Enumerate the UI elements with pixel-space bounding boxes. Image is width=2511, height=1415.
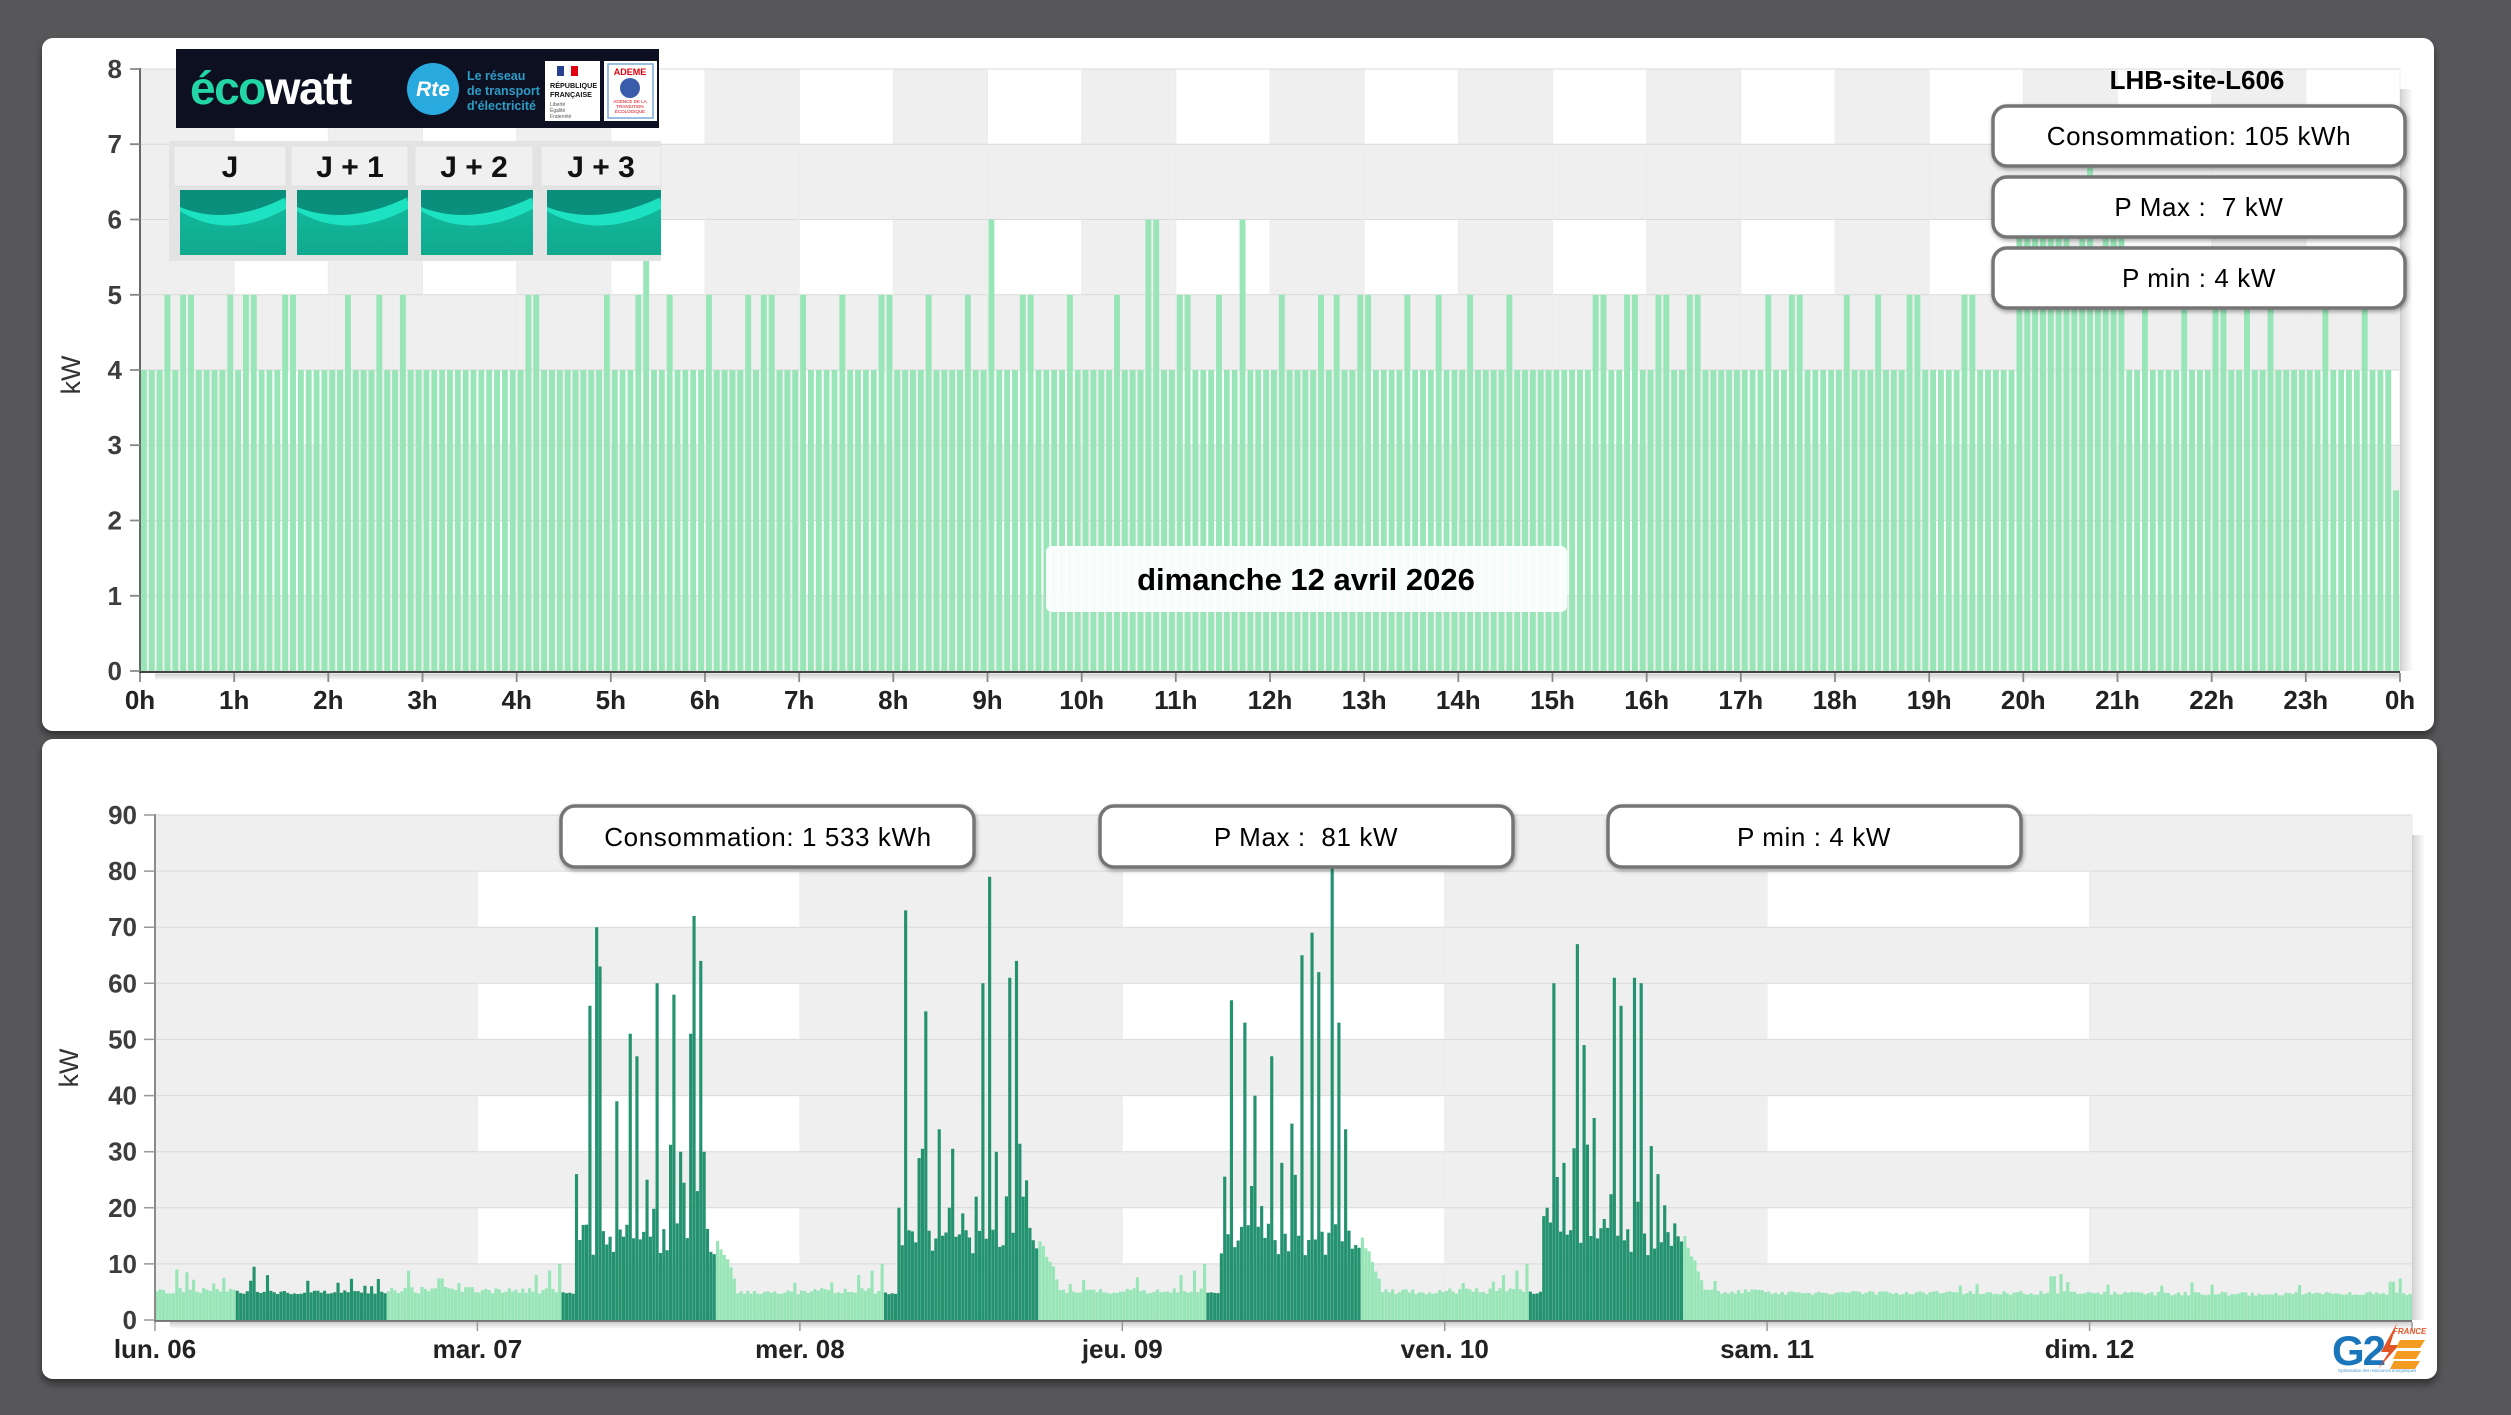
svg-text:P Max : 7 kW: P Max : 7 kW (2114, 192, 2283, 222)
svg-text:9h: 9h (972, 685, 1002, 715)
svg-text:Fraternité: Fraternité (550, 114, 572, 120)
svg-text:Rte: Rte (416, 78, 450, 101)
svg-text:jeu. 09: jeu. 09 (1081, 1334, 1163, 1364)
svg-text:LHB-site-L606: LHB-site-L606 (2110, 65, 2285, 95)
svg-text:3h: 3h (407, 685, 437, 715)
svg-text:10: 10 (108, 1249, 137, 1279)
svg-text:2h: 2h (313, 685, 343, 715)
svg-text:Consommation: 105 kWh: Consommation: 105 kWh (2047, 121, 2352, 151)
svg-text:lun. 06: lun. 06 (114, 1334, 196, 1364)
svg-text:18h: 18h (1813, 685, 1858, 715)
svg-text:Optimisation des ressources én: Optimisation des ressources énergétiques (2338, 1368, 2416, 1373)
svg-text:2: 2 (108, 506, 122, 536)
svg-text:P min : 4 kW: P min : 4 kW (1737, 822, 1891, 852)
svg-text:P min : 4 kW: P min : 4 kW (2122, 263, 2276, 293)
svg-text:J + 3: J + 3 (567, 151, 635, 184)
svg-text:Le réseau: Le réseau (467, 69, 525, 83)
svg-text:70: 70 (108, 912, 137, 942)
svg-text:J + 1: J + 1 (316, 151, 384, 184)
svg-text:mer. 08: mer. 08 (755, 1334, 845, 1364)
svg-text:kW: kW (54, 1048, 84, 1088)
svg-text:ÉCOLOGIQUE: ÉCOLOGIQUE (615, 108, 645, 114)
svg-text:0: 0 (108, 656, 122, 686)
svg-text:15h: 15h (1530, 685, 1575, 715)
svg-text:22h: 22h (2189, 685, 2234, 715)
svg-text:50: 50 (108, 1024, 137, 1054)
svg-text:40: 40 (108, 1081, 137, 1111)
svg-text:17h: 17h (1718, 685, 1763, 715)
svg-text:5: 5 (108, 280, 122, 310)
svg-text:8h: 8h (878, 685, 908, 715)
svg-text:dim. 12: dim. 12 (2045, 1334, 2135, 1364)
svg-text:ven. 10: ven. 10 (1401, 1334, 1489, 1364)
svg-text:8: 8 (108, 54, 122, 84)
svg-text:7: 7 (108, 129, 122, 159)
svg-text:0: 0 (123, 1305, 137, 1335)
svg-text:3: 3 (108, 430, 122, 460)
svg-text:0h: 0h (2385, 685, 2415, 715)
svg-text:20: 20 (108, 1193, 137, 1223)
svg-text:RÉPUBLIQUE: RÉPUBLIQUE (550, 81, 597, 90)
svg-text:J: J (222, 151, 239, 184)
svg-text:1h: 1h (219, 685, 249, 715)
svg-text:4: 4 (108, 355, 123, 385)
svg-text:20h: 20h (2001, 685, 2046, 715)
svg-text:dimanche 12 avril 2026: dimanche 12 avril 2026 (1137, 562, 1475, 597)
svg-text:80: 80 (108, 856, 137, 886)
svg-text:J + 2: J + 2 (440, 151, 508, 184)
svg-text:10h: 10h (1059, 685, 1104, 715)
svg-text:1: 1 (108, 581, 122, 611)
svg-text:30: 30 (108, 1137, 137, 1167)
svg-text:6h: 6h (690, 685, 720, 715)
svg-text:21h: 21h (2095, 685, 2140, 715)
svg-text:kW: kW (56, 355, 86, 395)
svg-text:6: 6 (108, 205, 122, 235)
svg-text:d'électricité: d'électricité (467, 99, 536, 113)
svg-text:FRANÇAISE: FRANÇAISE (550, 90, 592, 99)
svg-text:Consommation: 1 533 kWh: Consommation: 1 533 kWh (604, 822, 931, 852)
svg-text:sam. 11: sam. 11 (1720, 1334, 1814, 1364)
svg-text:60: 60 (108, 968, 137, 998)
svg-text:ADEME: ADEME (614, 67, 647, 77)
svg-text:23h: 23h (2283, 685, 2328, 715)
svg-text:G2: G2 (2332, 1327, 2385, 1374)
svg-text:4h: 4h (502, 685, 532, 715)
svg-text:7h: 7h (784, 685, 814, 715)
svg-text:90: 90 (108, 800, 137, 830)
svg-text:13h: 13h (1342, 685, 1387, 715)
svg-text:16h: 16h (1624, 685, 1669, 715)
svg-text:mar. 07: mar. 07 (433, 1334, 523, 1364)
svg-text:0h: 0h (125, 685, 155, 715)
svg-text:5h: 5h (596, 685, 626, 715)
svg-text:de transport: de transport (467, 84, 541, 98)
svg-text:11h: 11h (1154, 685, 1197, 715)
svg-text:Égalité: Égalité (550, 107, 566, 114)
svg-text:P Max : 81 kW: P Max : 81 kW (1214, 822, 1398, 852)
svg-text:12h: 12h (1248, 685, 1293, 715)
svg-text:14h: 14h (1436, 685, 1481, 715)
svg-text:écowatt: écowatt (190, 62, 352, 114)
svg-text:FRANCE: FRANCE (2393, 1327, 2427, 1336)
svg-text:19h: 19h (1907, 685, 1952, 715)
